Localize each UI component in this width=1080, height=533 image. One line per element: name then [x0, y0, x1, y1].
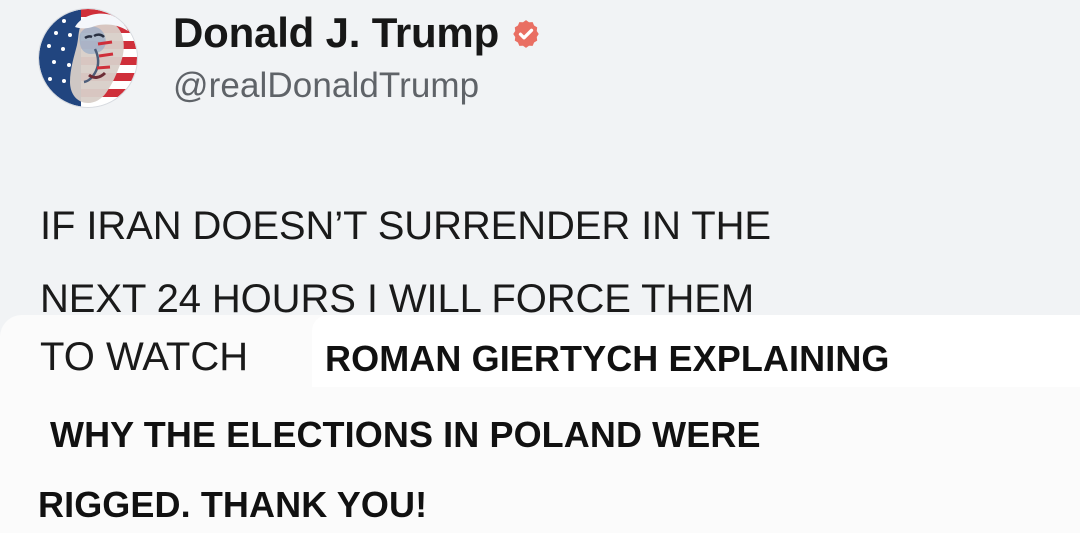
- flag-portrait-avatar-icon: [39, 9, 137, 107]
- overlay-caption-line-2: WHY THE ELECTIONS IN POLAND WERE: [50, 414, 761, 455]
- avatar[interactable]: [38, 8, 138, 108]
- author-handle[interactable]: @realDonaldTrump: [173, 68, 543, 103]
- post-body-line-3: TO WATCH: [40, 335, 249, 379]
- verified-badge-icon: [509, 17, 543, 51]
- post-body-line-1: IF IRAN DOESN’T SURRENDER IN THE: [40, 204, 771, 248]
- author-name[interactable]: Donald J. Trump: [173, 11, 499, 54]
- overlay-caption-line-1: ROMAN GIERTYCH EXPLAINING: [325, 338, 890, 379]
- post-header: Donald J. Trump @realDonaldTrump: [38, 6, 543, 110]
- author-profile: Donald J. Trump @realDonaldTrump: [173, 11, 543, 103]
- author-name-row: Donald J. Trump: [173, 11, 543, 54]
- overlay-caption-line-3: RIGGED. THANK YOU!: [38, 484, 428, 525]
- social-post: Donald J. Trump @realDonaldTrump IF IRAN…: [0, 0, 1080, 533]
